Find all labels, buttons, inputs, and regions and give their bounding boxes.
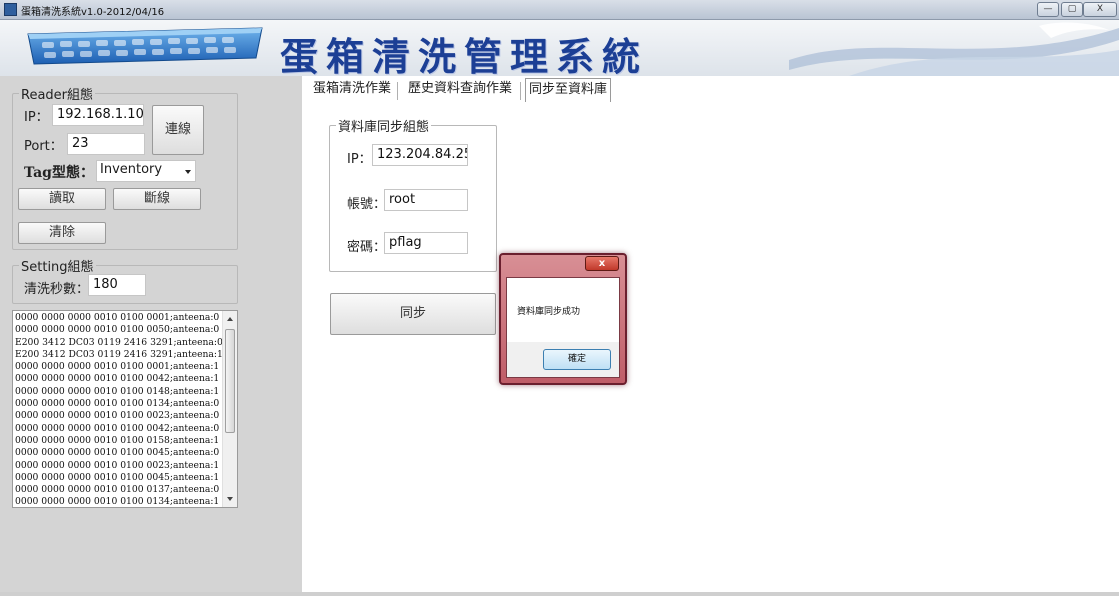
db-ip-input[interactable]: 123.204.84.25 — [372, 144, 468, 166]
scroll-up-arrow-icon[interactable] — [227, 317, 233, 321]
log-line: 0000 0000 0000 0010 0100 0045;anteena:0 — [15, 447, 220, 459]
log-line: 0000 0000 0000 0010 0100 0148;anteena:1 — [15, 385, 220, 397]
app-icon — [4, 3, 17, 16]
log-line: 0000 0000 0000 0010 0100 0023;anteena:1 — [15, 459, 220, 471]
db-password-label: 密碼： — [347, 240, 387, 255]
log-scrollbar[interactable] — [222, 311, 237, 507]
sync-button[interactable]: 同步 — [330, 293, 496, 335]
log-line: 0000 0000 0000 0010 0100 0050;anteena:0 — [15, 324, 220, 336]
db-sync-config-legend: 資料庫同步組態 — [338, 120, 430, 135]
title-bar: 蛋箱清洗系統v1.0-2012/04/16 — ▢ X — [0, 0, 1119, 20]
db-ip-label: IP： — [347, 152, 372, 167]
wash-seconds-input[interactable]: 180 — [88, 274, 146, 296]
reader-config-legend: Reader組態 — [21, 88, 94, 103]
scrollbar-thumb[interactable] — [225, 329, 235, 433]
tag-type-select[interactable]: Inventory — [96, 160, 196, 182]
db-password-input[interactable]: pflag — [384, 232, 468, 254]
setting-config-legend: Setting組態 — [21, 260, 94, 275]
banner-swoosh-graphic — [789, 22, 1119, 76]
tab-separator — [397, 82, 398, 100]
log-line: 0000 0000 0000 0010 0100 0001;anteena:0 — [15, 312, 220, 323]
tab-sync-to-database[interactable]: 同步至資料庫 — [525, 78, 612, 102]
dialog-message: 資料庫同步成功 — [517, 307, 581, 317]
log-line: E200 3412 DC03 0119 2416 3291;anteena:1 — [15, 348, 222, 360]
window-title: 蛋箱清洗系統v1.0-2012/04/16 — [21, 7, 165, 18]
log-line: 0000 0000 0000 0010 0100 0045;anteena:1 — [15, 471, 220, 483]
log-line: 0000 0000 0000 0010 0100 0158;anteena:1 — [15, 434, 220, 446]
log-line: 0000 0000 0000 0010 0100 0134;anteena:0 — [15, 398, 220, 410]
left-panel: Reader組態 IP： 192.168.1.100 Port： 23 連線 T… — [0, 76, 302, 592]
connect-button[interactable]: 連線 — [152, 105, 204, 155]
tag-log-lines: 0000 0000 0000 0010 0100 0001;anteena:0 0… — [15, 312, 222, 508]
tag-log-textbox[interactable]: 0000 0000 0000 0010 0100 0001;anteena:0 0… — [12, 310, 238, 508]
window-close-button[interactable]: X — [1083, 2, 1117, 17]
dialog-body: 資料庫同步成功 確定 — [506, 277, 620, 378]
log-line: 0000 0000 0000 0010 0100 0137;anteena:0 — [15, 484, 220, 496]
reader-ip-label: IP： — [24, 110, 49, 125]
log-line: 0000 0000 0000 0010 0100 0134;anteena:1 — [15, 496, 220, 508]
tag-type-value: Inventory — [100, 162, 163, 177]
wash-seconds-label: 清洗秒數： — [24, 282, 90, 297]
clear-button[interactable]: 清除 — [18, 222, 106, 244]
reader-ip-input[interactable]: 192.168.1.100 — [52, 104, 144, 126]
tab-separator — [520, 82, 521, 100]
reader-port-input[interactable]: 23 — [67, 133, 145, 155]
db-account-input[interactable]: root — [384, 189, 468, 211]
system-name: 蛋箱清洗管理系統 — [280, 34, 649, 76]
reader-port-label: Port： — [24, 139, 63, 154]
scroll-down-arrow-icon[interactable] — [227, 497, 233, 501]
dialog-close-button[interactable]: x — [585, 256, 619, 271]
maximize-button[interactable]: ▢ — [1061, 2, 1083, 17]
dialog-ok-button[interactable]: 確定 — [543, 349, 611, 370]
log-line: 0000 0000 0000 0010 0100 0023;anteena:0 — [15, 410, 220, 422]
disconnect-button[interactable]: 斷線 — [113, 188, 201, 210]
bottom-border — [0, 592, 1119, 596]
log-line: E200 3412 DC03 0119 2416 3291;anteena:0 — [15, 336, 222, 348]
db-account-label: 帳號： — [347, 197, 387, 212]
sync-success-dialog: x 資料庫同步成功 確定 — [499, 253, 627, 385]
chevron-down-icon — [185, 170, 191, 174]
minimize-button[interactable]: — — [1037, 2, 1059, 17]
tab-history-query[interactable]: 歷史資料查詢作業 — [405, 78, 515, 102]
egg-crate-illustration — [27, 27, 263, 65]
log-line: 0000 0000 0000 0010 0100 0042;anteena:0 — [15, 422, 220, 434]
log-line: 0000 0000 0000 0010 0100 0001;anteena:1 — [15, 361, 220, 373]
tag-type-label: Tag型態： — [24, 165, 94, 181]
log-line: 0000 0000 0000 0010 0100 0042;anteena:1 — [15, 373, 220, 385]
read-button[interactable]: 讀取 — [18, 188, 106, 210]
banner: 蛋箱清洗管理系統 — [0, 20, 1119, 76]
tab-egg-crate-washing[interactable]: 蛋箱清洗作業 — [310, 78, 394, 102]
